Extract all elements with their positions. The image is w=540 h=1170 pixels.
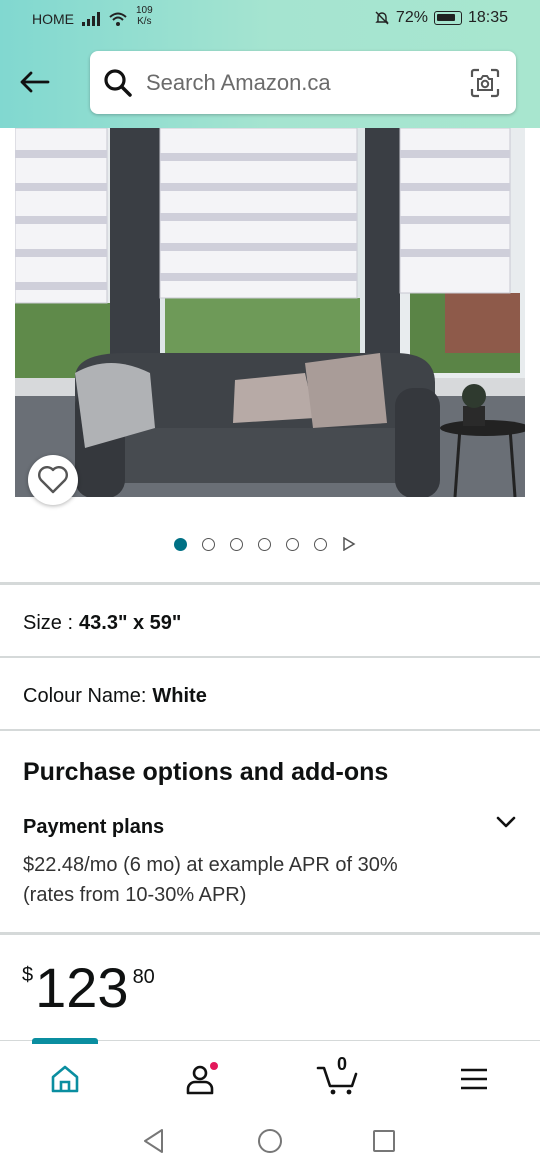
wishlist-button[interactable] (28, 455, 78, 505)
size-label: Size : (23, 612, 74, 634)
system-recents-icon[interactable] (372, 1129, 396, 1153)
wifi-icon (109, 12, 127, 26)
bell-off-icon (375, 11, 389, 25)
carousel-dot-3[interactable] (230, 537, 243, 551)
divider (0, 582, 540, 585)
account-icon (186, 1062, 218, 1095)
search-icon (104, 68, 132, 97)
product-price: $ 123 80 (22, 958, 155, 1018)
divider (0, 729, 540, 731)
bottom-nav (0, 1038, 540, 1112)
window-blinds-photo (15, 128, 525, 497)
price-whole: 123 (35, 956, 129, 1019)
signal-icon (82, 12, 100, 26)
heart-icon (38, 466, 68, 494)
size-selector[interactable]: Size :43.3" x 59" (23, 612, 181, 635)
colour-value: White (152, 685, 207, 707)
size-value: 43.3" x 59" (79, 612, 182, 634)
carousel-dot-4[interactable] (258, 537, 271, 551)
divider (0, 656, 540, 658)
carrier-label: HOME (32, 11, 74, 27)
nav-menu[interactable] (454, 1059, 494, 1099)
back-button[interactable] (16, 64, 52, 100)
carousel-dot-6[interactable] (314, 537, 327, 551)
image-carousel-dots (174, 537, 356, 551)
colour-label: Colour Name: (23, 685, 147, 707)
active-tab-indicator (32, 1038, 98, 1044)
search-bar[interactable] (90, 51, 516, 114)
menu-icon (461, 1068, 487, 1090)
system-home-icon[interactable] (257, 1128, 283, 1154)
purchase-options-title: Purchase options and add-ons (23, 758, 389, 786)
chevron-down-icon[interactable] (494, 810, 518, 834)
payment-plans-title[interactable]: Payment plans (23, 816, 164, 839)
price-fraction: 80 (132, 966, 155, 988)
cart-count: 0 (337, 1054, 348, 1074)
app-header: HOME 109 K/s 72% 18:35 (0, 0, 540, 128)
divider (0, 932, 540, 935)
nav-home[interactable] (45, 1059, 85, 1099)
net-speed: 109 K/s (136, 5, 153, 27)
price-currency: $ (22, 964, 34, 986)
carousel-dot-2[interactable] (202, 537, 215, 551)
battery-percent: 72% (395, 9, 428, 26)
home-icon (51, 1065, 79, 1093)
notification-dot (210, 1062, 218, 1070)
arrow-left-icon (20, 71, 50, 93)
payment-plans-description: $22.48/mo (6 mo) at example APR of 30% (… (23, 854, 398, 906)
camera-search-icon[interactable] (470, 68, 500, 98)
carousel-dot-5[interactable] (286, 537, 299, 551)
system-nav-bar (0, 1112, 540, 1170)
video-play-icon[interactable] (342, 537, 356, 551)
status-bar: HOME 109 K/s 72% 18:35 (0, 0, 540, 40)
search-input[interactable] (146, 69, 446, 96)
clock: 18:35 (467, 9, 508, 26)
nav-account[interactable] (181, 1059, 221, 1099)
colour-selector[interactable]: Colour Name: White (23, 685, 207, 708)
product-image[interactable] (15, 128, 525, 497)
battery-icon (433, 11, 462, 25)
system-back-icon[interactable] (142, 1128, 166, 1154)
carousel-dot-1[interactable] (174, 537, 187, 551)
